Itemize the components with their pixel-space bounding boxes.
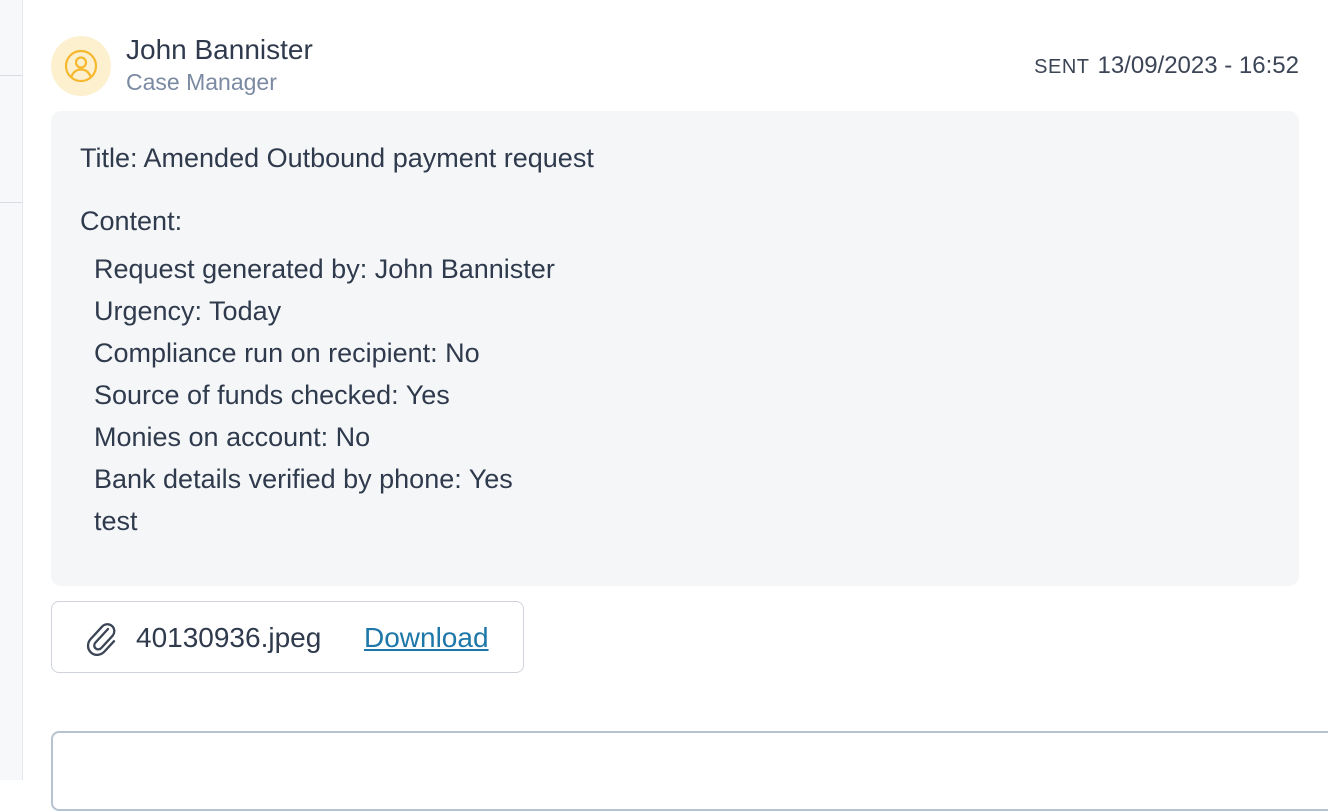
attachment-card: 40130936.jpeg Download xyxy=(51,601,524,673)
message-body: Title: Amended Outbound payment request … xyxy=(51,111,1299,586)
sent-label: SENT xyxy=(1034,56,1090,78)
user-circle-icon xyxy=(64,49,98,83)
message-header: John Bannister Case Manager SENT 13/09/20… xyxy=(51,30,1299,110)
content-lines: Request generated by: John Bannister Urg… xyxy=(94,248,555,542)
content-line: test xyxy=(94,506,138,536)
sender-name: John Bannister xyxy=(126,34,313,65)
download-link[interactable]: Download xyxy=(364,622,489,654)
content-line: Urgency: Today xyxy=(94,296,282,326)
content-line: Request generated by: John Bannister xyxy=(94,254,555,284)
paperclip-icon xyxy=(86,623,116,656)
sidebar-divider xyxy=(0,75,22,76)
content-line: Compliance run on recipient: No xyxy=(94,338,480,368)
left-sidebar-edge xyxy=(0,0,23,780)
sent-timestamp: SENT 13/09/2023 - 16:52 xyxy=(1034,52,1299,80)
attachment-file-name: 40130936.jpeg xyxy=(136,622,322,653)
content-line: Bank details verified by phone: Yes xyxy=(94,464,513,494)
message-card: John Bannister Case Manager SENT 13/09/20… xyxy=(51,30,1299,586)
message-title: Title: Amended Outbound payment request xyxy=(80,143,594,173)
sent-datetime: 13/09/2023 - 16:52 xyxy=(1097,52,1299,79)
sidebar-divider xyxy=(0,202,22,203)
content-label: Content: xyxy=(80,206,183,236)
sender-role: Case Manager xyxy=(126,69,277,95)
content-line: Monies on account: No xyxy=(94,422,371,452)
reply-input[interactable] xyxy=(51,731,1328,811)
avatar xyxy=(51,36,111,96)
content-line: Source of funds checked: Yes xyxy=(94,380,450,410)
